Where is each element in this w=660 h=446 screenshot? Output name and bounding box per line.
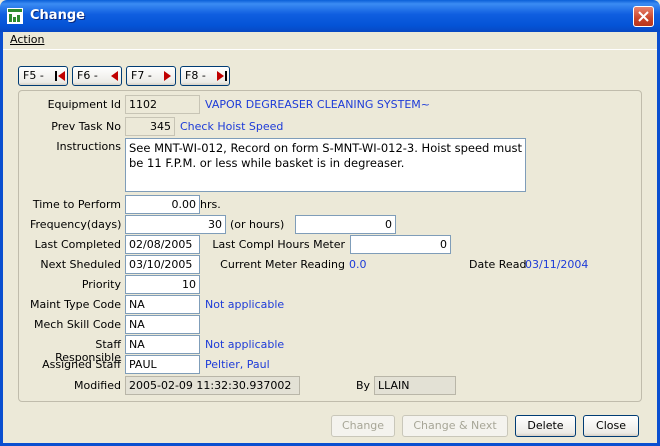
close-window-button[interactable]: [633, 6, 654, 27]
window-title: Change: [30, 8, 85, 23]
next-record-icon: [164, 71, 171, 81]
change-button[interactable]: Change: [331, 415, 395, 437]
first-record-button[interactable]: F5 -: [18, 66, 68, 86]
current-meter-value: 0.0: [349, 258, 367, 271]
nav-label: F8 -: [185, 69, 206, 82]
last-record-button[interactable]: F8 -: [180, 66, 230, 86]
nav-label: F5 -: [23, 69, 44, 82]
mech-skill-field[interactable]: NA: [125, 315, 200, 334]
prev-task-label: Prev Task No: [51, 120, 121, 133]
last-record-icon: [217, 71, 227, 81]
change-next-button[interactable]: Change & Next: [402, 415, 508, 437]
maint-type-label: Maint Type Code: [30, 298, 121, 311]
instructions-label: Instructions: [56, 140, 121, 153]
date-read-label: Date Read: [469, 258, 527, 271]
menu-action-label: Action: [10, 33, 45, 46]
time-to-perform-label: Time to Perform: [32, 198, 121, 211]
delete-button[interactable]: Delete: [515, 415, 576, 437]
date-read-value: 03/11/2004: [525, 258, 589, 271]
prev-task-description: Check Hoist Speed: [180, 120, 284, 133]
previous-record-icon: [111, 71, 118, 81]
close-icon: [638, 11, 649, 22]
equipment-id-field[interactable]: 1102: [125, 95, 200, 114]
title-bar[interactable]: [0, 0, 660, 32]
equipment-id-label: Equipment Id: [47, 98, 121, 111]
nav-label: F7 -: [131, 69, 152, 82]
close-button[interactable]: Close: [583, 415, 639, 437]
menu-action[interactable]: Action: [10, 33, 44, 46]
or-hours-label: (or hours): [230, 218, 285, 231]
staff-responsible-field[interactable]: NA: [125, 335, 200, 354]
next-scheduled-field[interactable]: 03/10/2005: [125, 255, 200, 274]
by-field: LLAIN: [374, 376, 456, 395]
frequency-days-field[interactable]: 30: [125, 215, 226, 234]
first-record-icon: [55, 71, 65, 81]
mech-skill-label: Mech Skill Code: [34, 318, 121, 331]
last-completed-field[interactable]: 02/08/2005: [125, 235, 200, 254]
priority-label: Priority: [81, 278, 121, 291]
by-label: By: [356, 379, 371, 392]
assigned-staff-label: Assigned Staff: [42, 358, 121, 371]
last-compl-hours-label: Last Compl Hours Meter: [212, 238, 345, 251]
assigned-staff-field[interactable]: PAUL: [125, 355, 200, 374]
last-completed-label: Last Completed: [34, 238, 121, 251]
maint-type-field[interactable]: NA: [125, 295, 200, 314]
last-compl-hours-field[interactable]: 0: [350, 235, 451, 254]
frequency-label: Frequency(days): [30, 218, 122, 231]
modified-field: 2005-02-09 11:32:30.937002: [125, 376, 300, 395]
modified-label: Modified: [74, 379, 121, 392]
hours-unit-label: hrs.: [200, 198, 221, 211]
current-meter-label: Current Meter Reading: [220, 258, 345, 271]
window-border-left: [0, 32, 3, 446]
assigned-staff-name: Peltier, Paul: [205, 358, 270, 371]
staff-responsible-description: Not applicable: [205, 338, 285, 351]
next-scheduled-label: Next Sheduled: [40, 258, 121, 271]
frequency-hours-field[interactable]: 0: [295, 215, 396, 234]
equipment-description: VAPOR DEGREASER CLEANING SYSTEM~: [205, 98, 430, 111]
next-record-button[interactable]: F7 -: [126, 66, 176, 86]
priority-field[interactable]: 10: [125, 275, 200, 294]
previous-record-button[interactable]: F6 -: [72, 66, 122, 86]
prev-task-field[interactable]: 345: [125, 117, 175, 136]
app-icon: [7, 8, 23, 24]
time-to-perform-field[interactable]: 0.00: [125, 195, 200, 214]
maint-type-description: Not applicable: [205, 298, 285, 311]
instructions-textarea[interactable]: See MNT-WI-012, Record on form S-MNT-WI-…: [125, 138, 526, 192]
menu-bar: [3, 32, 657, 50]
nav-label: F6 -: [77, 69, 98, 82]
